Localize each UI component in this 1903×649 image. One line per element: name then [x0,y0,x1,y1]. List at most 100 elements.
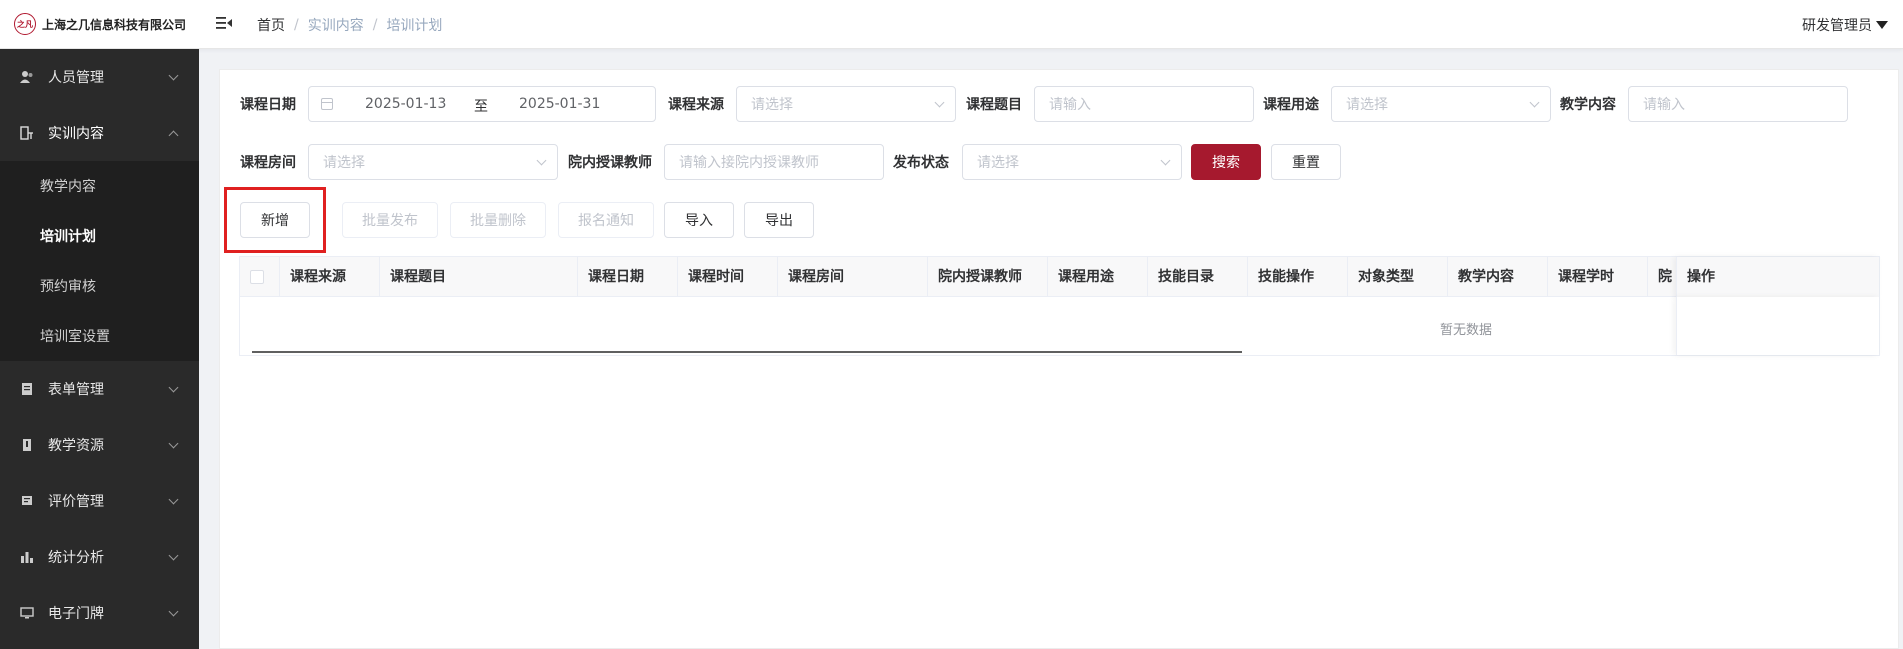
content-label: 教学内容 [1560,97,1616,113]
teacher-placeholder: 请输入接院内授课教师 [679,155,819,171]
submenu-training: 教学内容 培训计划 预约审核 培训室设置 [0,161,199,361]
sidebar-item-label: 教学资源 [48,438,104,454]
action-fixed-column [1676,297,1879,355]
status-select[interactable]: 请选择 [962,144,1182,180]
chevron-down-icon [168,70,179,81]
chevron-down-icon [536,155,547,166]
horizontal-scrollbar[interactable] [252,351,1242,353]
main-card: 课程日期 2025-01-13 至 2025-01-31 课程来源 请选择 课程… [219,69,1899,649]
source-label: 课程来源 [668,97,724,113]
sidebar-item-door-sign[interactable]: 电子门牌 [0,585,199,641]
sidebar-item-evaluation[interactable]: 评价管理 [0,473,199,529]
empty-state-text: 暂无数据 [1440,323,1493,338]
users-icon [20,70,34,84]
chevron-down-icon [168,438,179,449]
date-end-value[interactable]: 2025-01-31 [519,96,600,112]
bar-chart-icon [20,550,34,564]
col-header[interactable]: 院内授课教师 [928,257,1048,297]
sidebar-subitem-booking-review[interactable]: 预约审核 [0,261,199,311]
breadcrumb-home[interactable]: 首页 [257,15,285,35]
chevron-down-icon [1529,97,1540,108]
col-header[interactable]: 院 [1648,257,1678,297]
col-header[interactable]: 课程用途 [1048,257,1148,297]
room-placeholder: 请选择 [323,155,365,171]
sidebar-item-resources[interactable]: 教学资源 [0,417,199,473]
sidebar: 人员管理 实训内容 教学内容 培训计划 预约审核 培训室设置 表单管理 教学资源… [0,49,199,649]
col-header[interactable]: 课程日期 [578,257,678,297]
topic-label: 课程题目 [966,97,1022,113]
teacher-label: 院内授课教师 [568,155,652,171]
sidebar-item-label: 评价管理 [48,494,104,510]
col-header[interactable]: 课程来源 [280,257,380,297]
add-button[interactable]: 新增 [240,202,310,238]
sidebar-item-forms[interactable]: 表单管理 [0,361,199,417]
col-header[interactable]: 课程题目 [380,257,578,297]
breadcrumb-separator: / [294,17,299,33]
col-header[interactable]: 技能目录 [1148,257,1248,297]
chevron-down-icon [1160,155,1171,166]
search-button[interactable]: 搜索 [1191,144,1261,180]
date-label: 课程日期 [240,97,296,113]
sidebar-item-label: 人员管理 [48,70,104,86]
calendar-icon [321,98,333,110]
usage-select[interactable]: 请选择 [1331,86,1551,122]
sidebar-item-label: 统计分析 [48,550,104,566]
sidebar-item-label: 电子门牌 [48,606,104,622]
col-header[interactable]: 技能操作 [1248,257,1348,297]
enrollment-notify-button[interactable]: 报名通知 [558,202,654,238]
status-placeholder: 请选择 [977,155,1019,171]
content-placeholder: 请输入 [1643,97,1685,113]
room-select[interactable]: 请选择 [308,144,558,180]
sidebar-item-training[interactable]: 实训内容 [0,105,199,161]
monitor-icon [20,606,34,620]
col-header[interactable]: 课程时间 [678,257,778,297]
date-range-separator: 至 [474,99,488,115]
sidebar-item-label: 实训内容 [48,126,104,142]
table-header: 课程来源 课程题目 课程日期 课程时间 课程房间 院内授课教师 课程用途 技能目… [240,257,1879,297]
col-header[interactable]: 教学内容 [1448,257,1548,297]
form-icon [20,382,34,396]
batch-publish-button[interactable]: 批量发布 [342,202,438,238]
reset-button[interactable]: 重置 [1271,144,1341,180]
menu-collapse-icon[interactable] [215,14,233,32]
top-header: 之凡 上海之几信息科技有限公司 首页 / 实训内容 / 培训计划 研发管理员 [0,0,1903,49]
user-menu[interactable]: 研发管理员 [1802,15,1888,35]
chevron-down-icon [168,606,179,617]
batch-delete-button[interactable]: 批量删除 [450,202,546,238]
date-range-picker[interactable]: 2025-01-13 至 2025-01-31 [308,86,656,122]
select-all-checkbox[interactable] [250,270,264,284]
chevron-up-icon [168,130,179,141]
teacher-input[interactable]: 请输入接院内授课教师 [664,144,884,180]
caret-down-icon [1876,21,1888,29]
breadcrumb-training-content: 实训内容 [307,18,364,34]
select-all-cell [240,257,280,297]
content-input[interactable]: 请输入 [1628,86,1848,122]
company-logo[interactable]: 之凡 上海之几信息科技有限公司 [14,12,186,36]
sidebar-subitem-training-plan[interactable]: 培训计划 [0,211,199,261]
col-header[interactable]: 课程房间 [778,257,928,297]
col-header[interactable]: 对象类型 [1348,257,1448,297]
sidebar-item-personnel[interactable]: 人员管理 [0,49,199,105]
chevron-down-icon [168,550,179,561]
source-select[interactable]: 请选择 [736,86,956,122]
breadcrumb: 首页 / 实训内容 / 培训计划 [257,15,442,35]
topic-input[interactable]: 请输入 [1034,86,1254,122]
usage-label: 课程用途 [1263,97,1319,113]
evaluation-icon [20,494,34,508]
logo-mark: 之凡 [14,13,36,35]
sidebar-subitem-room-settings[interactable]: 培训室设置 [0,311,199,361]
chevron-down-icon [168,494,179,505]
usage-placeholder: 请选择 [1346,97,1388,113]
training-plan-table: 课程来源 课程题目 课程日期 课程时间 课程房间 院内授课教师 课程用途 技能目… [239,256,1880,356]
breadcrumb-separator: / [372,17,378,33]
import-button[interactable]: 导入 [664,202,734,238]
export-button[interactable]: 导出 [744,202,814,238]
sidebar-item-statistics[interactable]: 统计分析 [0,529,199,585]
sidebar-subitem-teaching-content[interactable]: 教学内容 [0,161,199,211]
source-placeholder: 请选择 [751,97,793,113]
status-label: 发布状态 [893,155,949,171]
topic-placeholder: 请输入 [1049,97,1091,113]
date-start-value[interactable]: 2025-01-13 [365,96,446,112]
col-header[interactable]: 课程学时 [1548,257,1648,297]
chevron-down-icon [168,382,179,393]
